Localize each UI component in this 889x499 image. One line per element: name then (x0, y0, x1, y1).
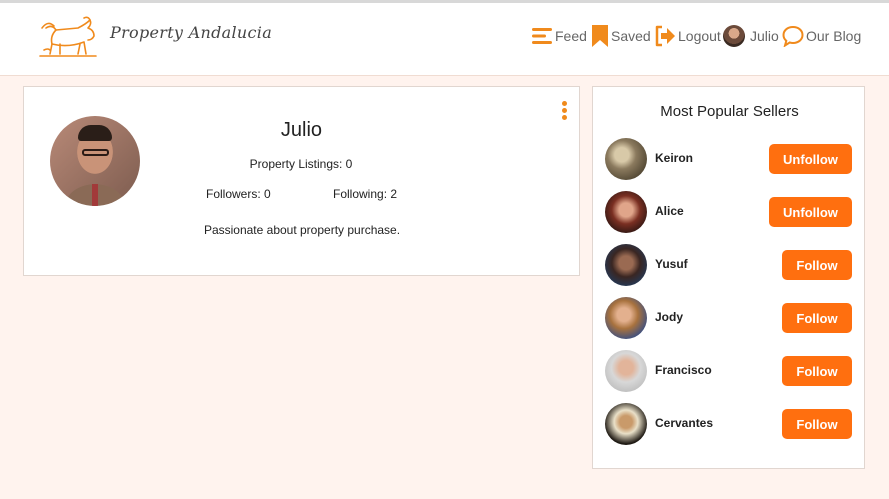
follow-button[interactable]: Follow (782, 356, 852, 386)
profile-bio: Passionate about property purchase. (203, 223, 401, 237)
nav-feed[interactable]: Feed (531, 23, 587, 49)
seller-row: Francisco Follow (593, 350, 866, 392)
logout-icon (655, 25, 675, 47)
sellers-title: Most Popular Sellers (660, 103, 799, 120)
bull-logo-icon[interactable] (38, 14, 100, 60)
follow-button[interactable]: Follow (782, 409, 852, 439)
nav-profile[interactable]: Julio (723, 23, 779, 49)
nav-profile-label: Julio (750, 28, 779, 44)
profile-avatar (50, 116, 140, 206)
seller-avatar[interactable] (605, 403, 647, 445)
follow-button[interactable]: Follow (782, 250, 852, 280)
popular-sellers-panel: Most Popular Sellers Keiron Unfollow Ali… (592, 86, 865, 469)
menu-icon (532, 28, 552, 44)
nav-saved[interactable]: Saved (591, 23, 651, 49)
brand-name[interactable]: Property Andalucia (110, 23, 272, 42)
unfollow-button[interactable]: Unfollow (769, 144, 852, 174)
seller-row: Keiron Unfollow (593, 138, 866, 180)
profile-name: Julio (280, 119, 323, 141)
seller-avatar[interactable] (605, 297, 647, 339)
nav-logout[interactable]: Logout (654, 23, 721, 49)
nav-logout-label: Logout (678, 28, 721, 44)
seller-name[interactable]: Cervantes (655, 416, 713, 430)
seller-row: Cervantes Follow (593, 403, 866, 445)
nav-saved-label: Saved (611, 28, 651, 44)
seller-avatar[interactable] (605, 191, 647, 233)
nav-feed-label: Feed (555, 28, 587, 44)
seller-row: Yusuf Follow (593, 244, 866, 286)
seller-avatar[interactable] (605, 138, 647, 180)
bookmark-icon (592, 25, 608, 47)
seller-name[interactable]: Francisco (655, 363, 712, 377)
seller-row: Alice Unfollow (593, 191, 866, 233)
unfollow-button[interactable]: Unfollow (769, 197, 852, 227)
seller-name[interactable]: Alice (655, 204, 684, 218)
nav-blog[interactable]: Our Blog (782, 23, 861, 49)
seller-name[interactable]: Jody (655, 310, 683, 324)
seller-avatar[interactable] (605, 350, 647, 392)
seller-avatar[interactable] (605, 244, 647, 286)
property-listings-count: Property Listings: 0 (249, 157, 353, 171)
follow-button[interactable]: Follow (782, 303, 852, 333)
site-header: Property Andalucia Feed Saved Logout Jul… (0, 3, 889, 76)
nav-blog-label: Our Blog (806, 28, 862, 44)
following-count: Following: 2 (333, 187, 398, 201)
profile-card: Julio Property Listings: 0 Followers: 0 … (23, 86, 580, 276)
chat-bubble-icon (782, 25, 804, 47)
avatar (723, 25, 745, 47)
more-options-icon[interactable] (559, 101, 569, 123)
seller-name[interactable]: Yusuf (655, 257, 688, 271)
seller-name[interactable]: Keiron (655, 151, 693, 165)
seller-row: Jody Follow (593, 297, 866, 339)
followers-count: Followers: 0 (206, 187, 271, 201)
